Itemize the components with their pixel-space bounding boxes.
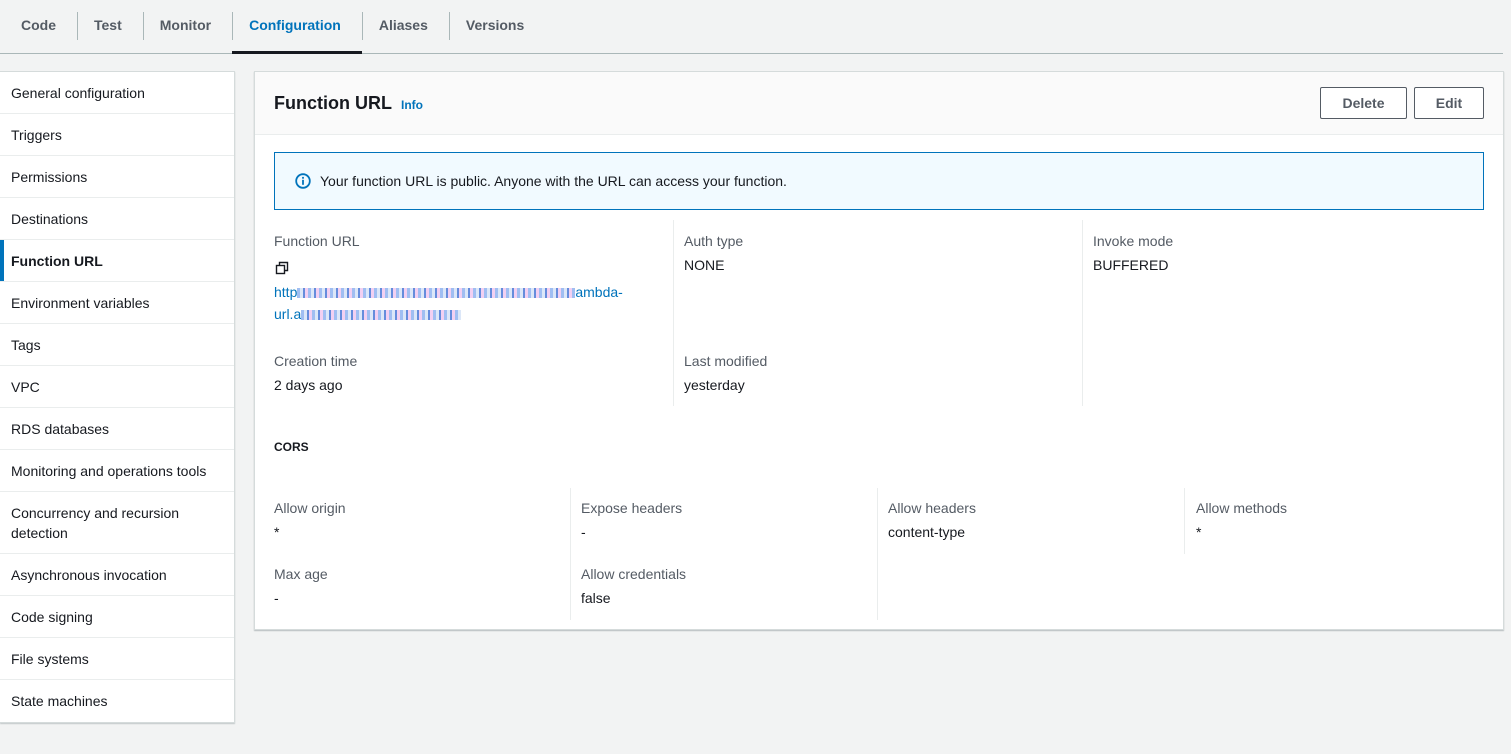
auth-type-label: Auth type — [684, 233, 744, 249]
auth-type-field: Auth type NONE — [684, 231, 743, 275]
sidebar-item-code-signing[interactable]: Code signing — [0, 596, 234, 638]
sidebar-item-label: Destinations — [11, 210, 89, 227]
sidebar-item-label: Asynchronous invocation — [11, 566, 167, 583]
configuration-sidebar: General configuration Triggers Permissio… — [0, 71, 235, 723]
expose-headers-value: - — [581, 524, 586, 540]
column-divider — [877, 488, 878, 620]
panel-title: Function URL — [274, 93, 392, 113]
invoke-mode-value: BUFFERED — [1093, 257, 1169, 273]
panel-header: Function URL Info Delete Edit — [255, 72, 1503, 135]
last-modified-label: Last modified — [684, 353, 768, 369]
sidebar-item-concurrency-and-recursion-detection[interactable]: Concurrency and recursion detection — [0, 492, 234, 554]
info-icon — [295, 173, 311, 189]
allow-methods-label: Allow methods — [1196, 500, 1288, 516]
sidebar-item-label: Concurrency and recursion detection — [11, 504, 180, 541]
allow-credentials-field: Allow credentials false — [581, 564, 686, 608]
allow-origin-label: Allow origin — [274, 500, 346, 516]
tab-label: Versions — [465, 16, 525, 33]
tab-aliases[interactable]: Aliases — [361, 0, 449, 53]
public-url-alert: Your function URL is public. Anyone with… — [274, 152, 1484, 210]
tab-bar: Code Test Monitor Configuration Aliases … — [0, 0, 1503, 54]
column-divider — [1082, 220, 1083, 406]
sidebar-item-general-configuration[interactable]: General configuration — [0, 72, 234, 114]
delete-button[interactable]: Delete — [1320, 87, 1407, 119]
copy-icon[interactable] — [274, 260, 290, 276]
tab-label: Configuration — [249, 16, 341, 33]
allow-headers-value: content-type — [888, 524, 966, 540]
tab-monitor[interactable]: Monitor — [142, 0, 232, 53]
function-url-link[interactable]: http ambda- url.a — [274, 281, 644, 325]
tab-test[interactable]: Test — [77, 0, 143, 53]
max-age-field: Max age - — [274, 564, 328, 608]
sidebar-item-monitoring-and-operations-tools[interactable]: Monitoring and operations tools — [0, 450, 234, 492]
tab-versions[interactable]: Versions — [448, 0, 545, 53]
allow-headers-field: Allow headers content-type — [888, 498, 976, 542]
info-link[interactable]: Info — [401, 98, 423, 112]
sidebar-item-label: Permissions — [11, 168, 88, 185]
sidebar-item-label: Monitoring and operations tools — [11, 462, 207, 479]
url-prefix: http — [274, 284, 298, 300]
sidebar-item-destinations[interactable]: Destinations — [0, 198, 234, 240]
sidebar-item-label: Tags — [11, 336, 41, 353]
tab-label: Test — [94, 16, 122, 33]
sidebar-item-tags[interactable]: Tags — [0, 324, 234, 366]
max-age-label: Max age — [274, 566, 328, 582]
sidebar-item-file-systems[interactable]: File systems — [0, 638, 234, 680]
allow-origin-field: Allow origin * — [274, 498, 346, 542]
allow-methods-value: * — [1196, 524, 1202, 540]
function-url-field: Function URL http ambda- url.a — [274, 231, 644, 325]
sidebar-item-label: Triggers — [11, 126, 62, 143]
function-url-panel: Function URL Info Delete Edit Your funct… — [254, 71, 1504, 630]
sidebar-item-vpc[interactable]: VPC — [0, 366, 234, 408]
redacted-url-part — [297, 288, 576, 299]
sidebar-item-label: General configuration — [11, 84, 145, 101]
sidebar-item-label: Environment variables — [11, 294, 150, 311]
sidebar-item-label: Code signing — [11, 608, 93, 625]
invoke-mode-label: Invoke mode — [1093, 233, 1174, 249]
column-divider — [570, 488, 571, 620]
allow-credentials-label: Allow credentials — [581, 566, 687, 582]
alert-text: Your function URL is public. Anyone with… — [320, 173, 787, 189]
tab-label: Monitor — [159, 16, 212, 33]
function-url-label: Function URL — [274, 233, 360, 249]
creation-time-label: Creation time — [274, 353, 358, 369]
allow-methods-field: Allow methods * — [1196, 498, 1287, 542]
sidebar-item-label: VPC — [11, 378, 40, 395]
sidebar-item-function-url[interactable]: Function URL — [0, 240, 234, 282]
sidebar-item-permissions[interactable]: Permissions — [0, 156, 234, 198]
sidebar-item-label: RDS databases — [11, 420, 110, 437]
tab-label: Code — [21, 16, 56, 33]
tab-label: Aliases — [378, 16, 428, 33]
sidebar-item-label: Function URL — [11, 252, 103, 269]
invoke-mode-field: Invoke mode BUFFERED — [1093, 231, 1173, 275]
cors-section-title: CORS — [274, 440, 309, 454]
creation-time-field: Creation time 2 days ago — [274, 351, 357, 395]
last-modified-field: Last modified yesterday — [684, 351, 767, 395]
url-mid: ambda- — [575, 284, 623, 300]
last-modified-value: yesterday — [684, 377, 745, 393]
sidebar-item-environment-variables[interactable]: Environment variables — [0, 282, 234, 324]
redacted-url-part — [301, 310, 462, 321]
tab-code[interactable]: Code — [4, 0, 77, 53]
allow-origin-value: * — [274, 524, 280, 540]
auth-type-value: NONE — [684, 257, 725, 273]
sidebar-item-label: State machines — [11, 693, 108, 709]
creation-time-value: 2 days ago — [274, 377, 343, 393]
column-divider — [673, 220, 674, 406]
sidebar-item-triggers[interactable]: Triggers — [0, 114, 234, 156]
edit-button[interactable]: Edit — [1414, 87, 1484, 119]
expose-headers-label: Expose headers — [581, 500, 683, 516]
expose-headers-field: Expose headers - — [581, 498, 682, 542]
sidebar-item-rds-databases[interactable]: RDS databases — [0, 408, 234, 450]
url-line2: url.a — [274, 306, 302, 322]
tab-configuration[interactable]: Configuration — [232, 0, 362, 54]
sidebar-item-asynchronous-invocation[interactable]: Asynchronous invocation — [0, 554, 234, 596]
allow-credentials-value: false — [581, 590, 611, 606]
column-divider — [1184, 488, 1185, 554]
max-age-value: - — [274, 590, 279, 606]
sidebar-item-state-machines[interactable]: State machines — [0, 680, 234, 722]
sidebar-item-label: File systems — [11, 650, 89, 667]
allow-headers-label: Allow headers — [888, 500, 976, 516]
